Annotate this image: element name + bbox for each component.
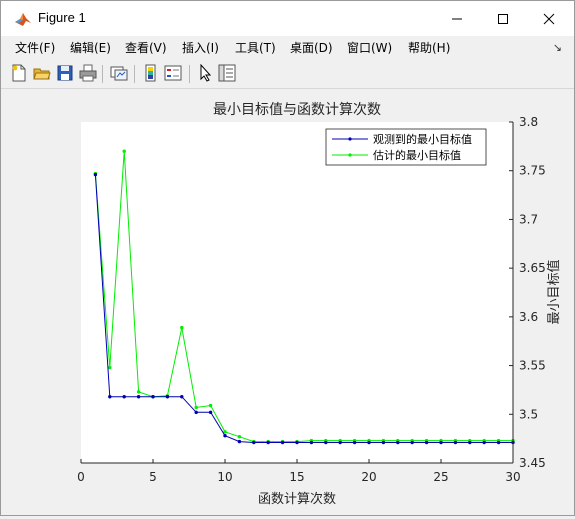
y-tick-label: 3.8 <box>519 115 538 129</box>
y-tick-label: 3.55 <box>519 359 546 373</box>
y-tick-label: 3.45 <box>519 456 546 470</box>
y-tick-label: 3.75 <box>519 164 546 178</box>
data-point-observed <box>352 440 357 445</box>
data-point-observed <box>252 440 256 445</box>
menu-insert[interactable]: 插入(I) <box>182 39 219 56</box>
data-point-observed <box>165 395 170 399</box>
data-point-estimated <box>208 403 213 408</box>
edit-plot-icon[interactable] <box>197 64 215 82</box>
close-icon <box>543 13 555 24</box>
data-point-estimated <box>180 325 184 330</box>
figure-canvas: 最小目标值与函数计算次数 0 5 10 15 20 25 30 3.45 3.5 3.55 3.6 3… <box>1 89 574 515</box>
data-point-observed <box>108 395 112 399</box>
y-tick-label: 3.65 <box>519 261 546 275</box>
legend-estimated-marker <box>348 153 352 157</box>
x-tick-label: 20 <box>361 470 376 484</box>
data-point-observed <box>237 439 242 444</box>
print-icon[interactable] <box>79 64 97 82</box>
save-icon[interactable] <box>56 64 74 82</box>
data-point-observed <box>151 395 155 399</box>
close-button[interactable] <box>526 1 572 36</box>
data-point-observed <box>482 440 486 445</box>
menu-desktop[interactable]: 桌面(D) <box>290 39 333 56</box>
data-point-observed <box>453 440 458 445</box>
menu-tools[interactable]: 工具(T) <box>235 39 276 56</box>
dock-figure-icon[interactable]: ↘ <box>553 41 562 54</box>
x-tick-label: 25 <box>433 470 448 484</box>
data-point-observed <box>93 172 98 177</box>
data-point-observed <box>338 440 342 445</box>
data-point-observed <box>324 440 328 445</box>
data-point-observed <box>396 440 400 445</box>
data-point-observed <box>208 410 213 415</box>
figure-toolbar <box>1 59 574 89</box>
menu-edit[interactable]: 编辑(E) <box>70 39 111 56</box>
window-title: Figure 1 <box>38 10 86 25</box>
maximize-button[interactable] <box>480 1 526 36</box>
toolbar-separator <box>134 65 135 83</box>
data-point-observed <box>309 440 314 445</box>
data-point-observed <box>439 440 443 445</box>
data-point-observed <box>496 440 501 445</box>
menu-window[interactable]: 窗口(W) <box>347 39 392 56</box>
legend[interactable]: 观测到的最小目标值 估计的最小目标值 <box>325 128 487 166</box>
data-point-observed <box>266 440 270 445</box>
x-tick-label: 30 <box>505 470 520 484</box>
x-tick-label: 10 <box>217 470 232 484</box>
x-tick-label: 15 <box>289 470 304 484</box>
data-point-observed <box>280 440 285 445</box>
data-point-observed <box>381 440 386 445</box>
data-point-observed <box>295 440 299 445</box>
chart: 最小目标值与函数计算次数 0 5 10 15 20 25 303.45 3.5 3.55 3.6 3… <box>77 102 562 507</box>
data-point-observed <box>194 410 198 415</box>
data-point-estimated <box>122 149 126 153</box>
data-point-estimated <box>194 405 198 410</box>
insert-legend-icon[interactable] <box>164 64 182 82</box>
menu-bar: 文件(F) 编辑(E) 查看(V) 插入(I) 工具(T) 桌面(D) 窗口(W… <box>1 36 574 59</box>
data-point-estimated <box>108 365 112 370</box>
title-bar[interactable]: Figure 1 <box>1 1 574 36</box>
menu-file[interactable]: 文件(F) <box>15 39 55 56</box>
maximize-icon <box>498 13 508 24</box>
data-point-observed <box>180 395 184 399</box>
matlab-logo-icon <box>14 10 32 28</box>
legend-estimated-label: 估计的最小目标值 <box>373 148 461 162</box>
legend-observed-marker <box>348 137 352 141</box>
data-point-observed <box>122 395 126 399</box>
minimize-icon <box>452 18 462 19</box>
toolbar-separator <box>102 65 103 83</box>
data-point-observed <box>424 440 429 445</box>
menu-view[interactable]: 查看(V) <box>125 39 167 56</box>
x-tick-label: 5 <box>149 470 157 484</box>
y-tick-label: 3.6 <box>519 310 538 324</box>
x-tick-label: 0 <box>77 470 85 484</box>
chart-title: 最小目标值与函数计算次数 <box>213 102 381 118</box>
new-figure-icon[interactable] <box>10 64 28 82</box>
data-point-estimated <box>237 434 242 439</box>
data-point-observed <box>367 440 371 445</box>
link-plot-icon[interactable] <box>110 64 128 82</box>
x-axis-label: 函数计算次数 <box>258 491 336 507</box>
open-file-icon[interactable] <box>33 64 51 82</box>
y-axis-label: 最小目标值 <box>546 259 562 324</box>
property-inspector-icon[interactable] <box>218 64 236 82</box>
minimize-button[interactable] <box>434 1 480 36</box>
legend-observed-label: 观测到的最小目标值 <box>373 132 472 146</box>
y-tick-label: 3.5 <box>519 407 538 421</box>
data-point-observed <box>410 440 414 445</box>
plot-area[interactable] <box>81 122 513 463</box>
data-point-observed <box>468 440 472 445</box>
insert-colorbar-icon[interactable] <box>142 64 160 82</box>
y-tick-label: 3.7 <box>519 212 538 226</box>
figure-window: Figure 1 文件(F) 编辑(E) 查看(V) 插入(I) 工具(T) 桌… <box>0 0 575 516</box>
toolbar-separator <box>189 65 190 83</box>
menu-help[interactable]: 帮助(H) <box>408 39 450 56</box>
data-point-estimated <box>136 390 141 394</box>
data-point-observed <box>223 434 227 438</box>
data-point-observed <box>136 395 141 399</box>
